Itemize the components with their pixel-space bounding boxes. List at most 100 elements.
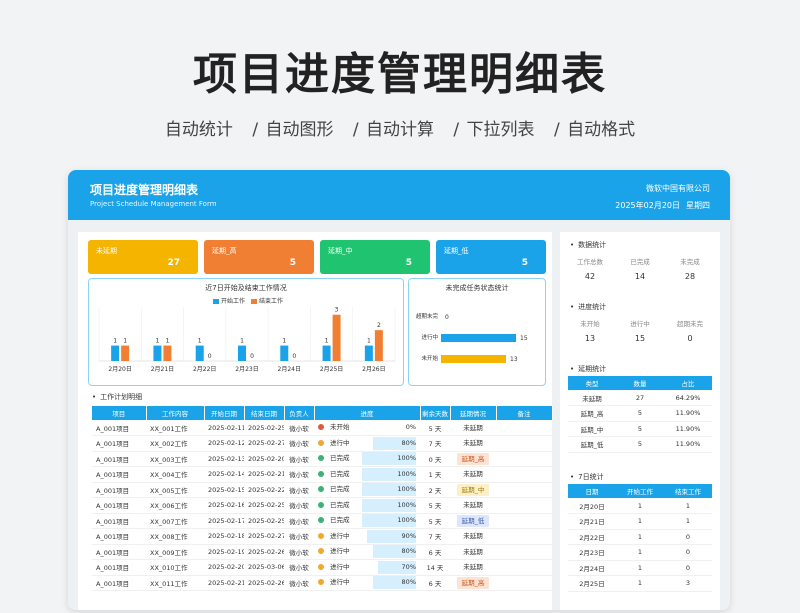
- cell-note: [496, 559, 552, 576]
- table-row: 2月21日 1 1: [568, 513, 712, 530]
- cell-delay: 未延期: [450, 559, 496, 576]
- cell-start: 2025-02-19: [204, 544, 244, 560]
- cell-start: 2025-02-17: [204, 513, 244, 529]
- progress-bar: 90%: [362, 529, 416, 543]
- table-row[interactable]: A_001项目 XX_002工作 2025-02-12 2025-02-27 微小软 进行…: [92, 435, 552, 452]
- table-cell: 2月22日: [568, 529, 616, 545]
- cell-progress: 已完成 100%: [314, 482, 420, 498]
- table-row[interactable]: A_001项目 XX_001工作 2025-02-11 2025-02-25 微小软 未开…: [92, 420, 552, 436]
- progress-bar: 80%: [362, 545, 416, 559]
- kpi-card: 延期_中 5: [320, 240, 430, 274]
- table-cell: 5: [616, 405, 664, 422]
- dashboard-title: 项目进度管理明细表: [90, 183, 199, 197]
- table-header-row: 项目 工作内容 开始日期 结束日期 负责人 进度 剩余天数 延期情况 备注: [92, 406, 553, 420]
- column-header: 项目: [92, 406, 147, 420]
- cell-task: XX_011工作: [146, 575, 204, 591]
- status-text: 未开始: [330, 423, 350, 431]
- stat-value: 15: [634, 334, 646, 343]
- table-cell: 1: [664, 498, 712, 514]
- hbar: [441, 334, 516, 342]
- cell-remain: 14 天: [420, 559, 450, 576]
- status-text: 进行中: [330, 578, 350, 587]
- cell-delay: 未延期: [450, 420, 496, 436]
- weekly-bar-plot: 1 12月20日1 12月21日102月22日102月23日102月24日132月2…: [98, 307, 396, 373]
- cell-delay: 延期_低: [450, 513, 496, 529]
- status-dot-icon: [318, 532, 324, 539]
- cell-remain: 1 天: [420, 466, 450, 483]
- table-cell: 1: [616, 529, 664, 545]
- table-row[interactable]: A_001项目 XX_005工作 2025-02-15 2025-02-22 微小软 已完…: [92, 482, 552, 498]
- cell-task: XX_007工作: [146, 513, 204, 529]
- table-cell: 64.29%: [664, 390, 712, 406]
- stat-value: 13: [584, 334, 596, 343]
- column-header: 进度: [314, 406, 421, 420]
- table-cell: 0: [664, 529, 712, 545]
- column-header: 类型: [568, 376, 616, 390]
- cell-progress: 已完成 100%: [314, 497, 420, 514]
- kpi-label: 未延期: [96, 247, 117, 255]
- cell-note: [496, 513, 552, 529]
- cell-project: A_001项目: [92, 528, 146, 545]
- cell-project: A_001项目: [92, 451, 146, 467]
- cell-project: A_001项目: [92, 513, 146, 529]
- cell-owner: 微小软: [284, 435, 314, 452]
- cell-progress: 进行中 80%: [314, 435, 420, 452]
- cell-delay: 未延期: [450, 544, 496, 560]
- bar-start: [238, 345, 246, 361]
- cell-task: XX_001工作: [146, 420, 204, 436]
- table-row: 未延期 27 64.29%: [568, 390, 712, 406]
- table-row[interactable]: A_001项目 XX_010工作 2025-02-20 2025-03-06 微小软 进行…: [92, 559, 552, 576]
- table-cell: 延期_高: [568, 405, 616, 422]
- column-header: 剩余天数: [420, 406, 451, 420]
- dashboard-subtitle: Project Schedule Management Form: [90, 200, 217, 208]
- cell-task: XX_008工作: [146, 528, 204, 545]
- delay-badge: 未延期: [463, 532, 483, 541]
- delay-badge: 延期_高: [456, 576, 490, 589]
- cell-start: 2025-02-14: [204, 466, 244, 483]
- kpi-card: 未延期 27: [88, 240, 198, 274]
- bar-value-label: 0: [250, 353, 254, 360]
- cell-project: A_001项目: [92, 482, 146, 498]
- table-cell: 1: [616, 575, 664, 592]
- cell-owner: 微小软: [284, 575, 314, 591]
- cell-remain: 7 天: [420, 528, 450, 545]
- table-row[interactable]: A_001项目 XX_009工作 2025-02-19 2025-02-26 微小软 进行…: [92, 544, 552, 560]
- cell-task: XX_005工作: [146, 482, 204, 498]
- bar-end: [121, 345, 130, 361]
- table-row[interactable]: A_001项目 XX_007工作 2025-02-17 2025-02-25 微小软 已完…: [92, 513, 552, 529]
- table-row[interactable]: A_001项目 XX_006工作 2025-02-16 2025-02-25 微小软 已完…: [92, 497, 552, 514]
- cell-progress: 进行中 70%: [314, 559, 420, 576]
- table-cell: 2月24日: [568, 560, 616, 576]
- status-dot-icon: [318, 439, 324, 446]
- bar-start: [364, 345, 373, 361]
- cell-remain: 0 天: [420, 451, 450, 467]
- cell-note: [496, 420, 552, 436]
- bar-value-label: 1: [325, 338, 329, 345]
- delay-badge: 未延期: [463, 563, 483, 572]
- cell-note: [496, 575, 552, 591]
- cell-start: 2025-02-20: [204, 559, 244, 576]
- cell-task: XX_003工作: [146, 451, 204, 467]
- cell-start: 2025-02-15: [204, 482, 244, 498]
- table-row[interactable]: A_001项目 XX_004工作 2025-02-14 2025-02-21 微小软 已完…: [92, 466, 552, 483]
- progress-value: 100%: [397, 485, 416, 494]
- status-bar-plot: 超期未完 0 进行中 15 未开始 13: [416, 312, 528, 363]
- delay-badge: 延期_低: [456, 514, 490, 527]
- stat-value: 28: [684, 272, 696, 281]
- stats-title: 数据统计: [570, 240, 606, 250]
- status-text: 已完成: [330, 516, 350, 525]
- cell-start: 2025-02-16: [204, 497, 244, 514]
- cell-remain: 5 天: [420, 497, 450, 514]
- table-row[interactable]: A_001项目 XX_011工作 2025-02-21 2025-02-26 微小软 进行…: [92, 575, 552, 591]
- table-cell: 1: [664, 513, 712, 530]
- table-row: 延期_高 5 11.90%: [568, 405, 712, 422]
- table-cell: 0: [664, 560, 712, 576]
- cell-remain: 5 天: [420, 420, 450, 436]
- delay-badge: 未延期: [463, 470, 483, 479]
- table-row[interactable]: A_001项目 XX_003工作 2025-02-13 2025-02-20 微小软 已完…: [92, 451, 552, 467]
- cell-end: 2025-02-20: [244, 451, 284, 467]
- cell-progress: 进行中 80%: [314, 575, 420, 591]
- table-row[interactable]: A_001项目 XX_008工作 2025-02-18 2025-02-27 微小软 进行…: [92, 528, 552, 545]
- cell-end: 2025-02-26: [244, 544, 284, 560]
- kpi-label: 延期_中: [328, 247, 353, 255]
